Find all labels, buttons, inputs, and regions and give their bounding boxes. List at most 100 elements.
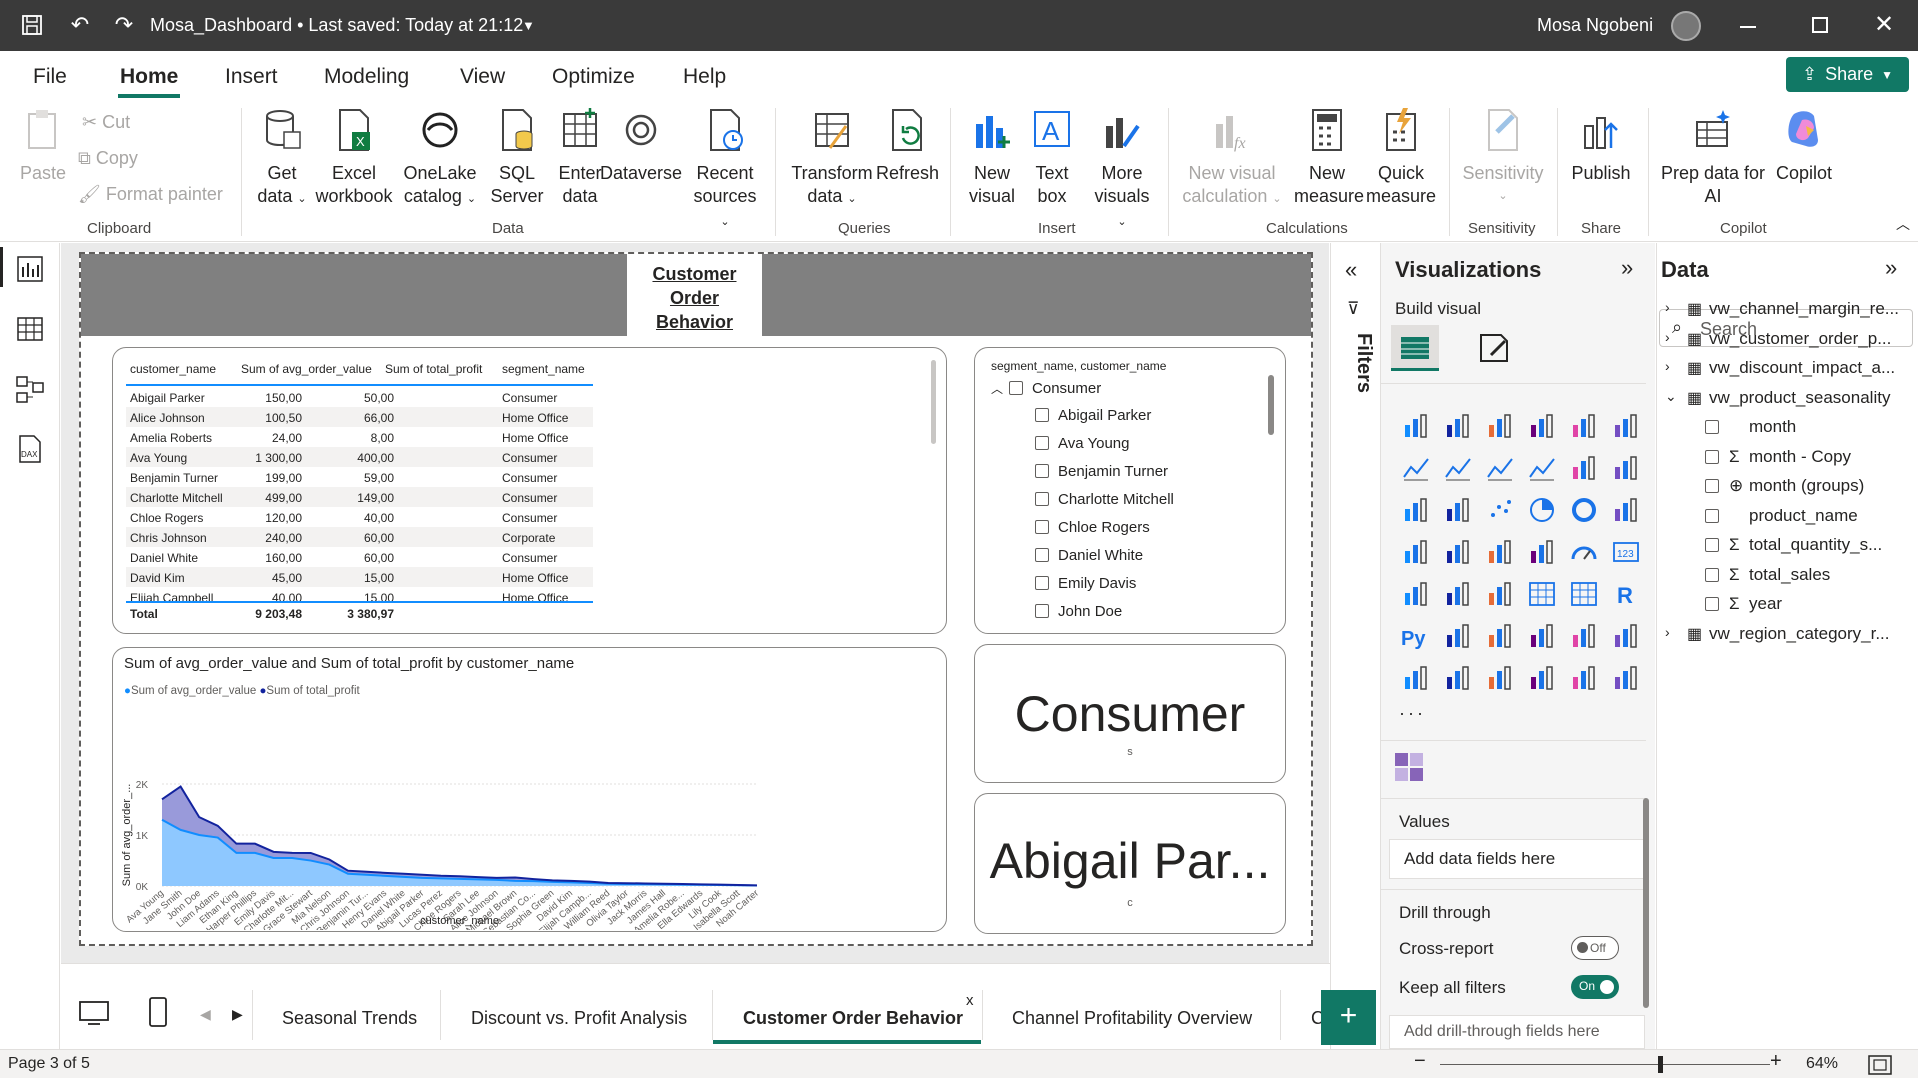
avatar[interactable] (1671, 11, 1701, 41)
table-row[interactable]: Elijah Campbell 40,00 15,00 Home Office (126, 587, 593, 601)
azure-map-icon[interactable] (1485, 537, 1515, 567)
text-box-button[interactable]: A Text box (1024, 108, 1080, 208)
slicer-item[interactable]: Emily Davis (1035, 575, 1136, 592)
card-new-icon[interactable] (1443, 663, 1473, 693)
redo-icon[interactable]: ↷ (110, 11, 138, 39)
collapse-ribbon-icon[interactable]: ︿ (1896, 214, 1910, 234)
chevron-right-icon[interactable]: ⌄ (1665, 388, 1677, 405)
slicer-item[interactable]: Chloe Rogers (1035, 519, 1150, 536)
format-painter-button[interactable]: 🖌 Format painter (78, 184, 223, 205)
prep-data-for-ai-button[interactable]: Prep data for AI (1654, 108, 1772, 208)
legend-item-total-profit[interactable]: Sum of total_profit (266, 685, 359, 697)
checkbox[interactable] (1035, 576, 1049, 590)
multi-row-card-icon[interactable] (1401, 579, 1431, 609)
format-visual-icon[interactable] (1477, 329, 1513, 365)
qa-icon[interactable] (1527, 621, 1557, 651)
new-measure-button[interactable]: New measure (1294, 108, 1364, 208)
undo-icon[interactable]: ↶ (66, 11, 94, 39)
decomposition-tree-icon[interactable] (1485, 621, 1515, 651)
area-chart-plot[interactable]: 2K1K0KAva YoungJane SmithJohn DoeLiam Ad… (112, 700, 942, 930)
filters-label[interactable]: Filters (1335, 333, 1375, 453)
maximize-icon[interactable] (1812, 17, 1828, 33)
kpi-icon[interactable] (1443, 579, 1473, 609)
tab-scroll-left-icon[interactable]: ◀ (200, 1006, 211, 1023)
checkbox[interactable] (1035, 408, 1049, 422)
checkbox[interactable] (1705, 567, 1719, 582)
r-visual-icon[interactable]: R (1611, 579, 1641, 609)
menu-insert[interactable]: Insert (225, 65, 278, 89)
report-title[interactable]: Customer Order Behavior (627, 254, 762, 336)
add-page-button[interactable]: + (1321, 990, 1376, 1045)
smart-narrative-icon[interactable] (1569, 621, 1599, 651)
new-visual-calculation-button[interactable]: fx New visual calculation ⌄ (1180, 108, 1284, 211)
gauge-icon[interactable] (1569, 537, 1599, 567)
refresh-button[interactable]: Refresh (876, 108, 939, 185)
save-icon[interactable] (18, 11, 46, 39)
tab-customer-order-behavior[interactable]: Customer Order Behavior (743, 1008, 963, 1029)
expand-right-icon[interactable]: » (1621, 255, 1633, 281)
share-button[interactable]: ⇪ Share ▼ (1786, 57, 1909, 92)
legend-item-avg-order-value[interactable]: Sum of avg_order_value (131, 685, 256, 697)
shape-map-icon[interactable] (1527, 537, 1557, 567)
chevron-right-icon[interactable]: › (1665, 358, 1670, 374)
filters-pane[interactable]: « ⊽ Filters (1330, 243, 1380, 1049)
ribbon-icon[interactable] (1611, 453, 1641, 483)
tab-seasonal-trends[interactable]: Seasonal Trends (282, 1008, 417, 1029)
table-row[interactable]: Ava Young 1 300,00 400,00 Consumer (126, 447, 593, 467)
slicer-item[interactable]: Abigail Parker (1035, 407, 1151, 424)
line-column-icon[interactable] (1569, 453, 1599, 483)
cut-button[interactable]: ✂ Cut (82, 112, 130, 133)
column-header-customer-name[interactable]: customer_name (130, 362, 216, 376)
clustered-bar-icon[interactable] (1485, 411, 1515, 441)
chevron-up-icon[interactable]: ︿ (991, 382, 1003, 396)
arrow-flow-icon[interactable] (1611, 663, 1641, 693)
slicer-scrollbar[interactable] (1268, 375, 1274, 435)
dax-query-view-icon[interactable]: DAX (14, 433, 46, 465)
100-bar-icon[interactable] (1569, 411, 1599, 441)
minimize-icon[interactable] (1740, 26, 1756, 28)
table-row[interactable]: Chris Johnson 240,00 60,00 Corporate (126, 527, 593, 547)
more-visuals-button[interactable]: More visuals ⌄ (1090, 108, 1154, 234)
table-scrollbar[interactable] (931, 360, 936, 444)
keep-all-filters-toggle[interactable]: On (1571, 975, 1619, 999)
checkbox[interactable] (1705, 420, 1719, 434)
desktop-layout-icon[interactable] (78, 1000, 110, 1026)
zoom-in-icon[interactable]: + (1770, 1050, 1782, 1073)
sql-server-button[interactable]: SQL Server (488, 108, 546, 208)
zoom-slider-thumb[interactable] (1658, 1056, 1663, 1073)
drill-through-drop-zone[interactable]: Add drill-through fields here (1389, 1015, 1645, 1049)
area-icon[interactable] (1443, 453, 1473, 483)
close-icon[interactable]: ✕ (1874, 10, 1894, 39)
slicer-item[interactable]: Daniel White (1035, 547, 1143, 564)
slicer-item[interactable]: Charlotte Mitchell (1035, 491, 1174, 508)
checkbox[interactable] (1035, 492, 1049, 506)
slicer-item[interactable]: John Doe (1035, 603, 1122, 620)
mobile-layout-icon[interactable] (148, 996, 168, 1028)
onelake-catalog-button[interactable]: OneLake catalog ⌄ (398, 108, 482, 211)
cross-report-toggle[interactable]: Off (1571, 936, 1619, 960)
table-row[interactable]: Benjamin Turner 199,00 59,00 Consumer (126, 467, 593, 487)
checkbox[interactable] (1705, 508, 1719, 523)
map-icon[interactable] (1401, 537, 1431, 567)
title-dropdown-icon[interactable]: ▼ (522, 18, 535, 33)
chevron-right-icon[interactable]: › (1665, 329, 1670, 345)
menu-optimize[interactable]: Optimize (552, 65, 635, 89)
table-view-icon[interactable] (14, 313, 46, 345)
copy-button[interactable]: ⧉ Copy (78, 148, 138, 169)
waterfall-icon[interactable] (1401, 495, 1431, 525)
table-row[interactable]: Amelia Roberts 24,00 8,00 Home Office (126, 427, 593, 447)
build-visual-tab[interactable] (1391, 325, 1439, 371)
power-automate-icon[interactable] (1485, 663, 1515, 693)
donut-icon[interactable] (1569, 495, 1599, 525)
checkbox[interactable] (1705, 538, 1719, 552)
slicer-item[interactable]: Benjamin Turner (1035, 463, 1168, 480)
python-visual-icon[interactable]: Py (1401, 621, 1431, 651)
table-icon[interactable] (1527, 579, 1557, 609)
fit-to-page-icon[interactable] (1868, 1055, 1892, 1075)
column-header-segment-name[interactable]: segment_name (502, 362, 585, 376)
filled-map-icon[interactable] (1443, 537, 1473, 567)
more-options-icon[interactable]: ··· (1399, 703, 1426, 724)
checkbox[interactable] (1009, 381, 1024, 395)
power-apps-icon[interactable] (1527, 663, 1557, 693)
sensitivity-button[interactable]: Sensitivity ⌄ (1460, 108, 1546, 208)
